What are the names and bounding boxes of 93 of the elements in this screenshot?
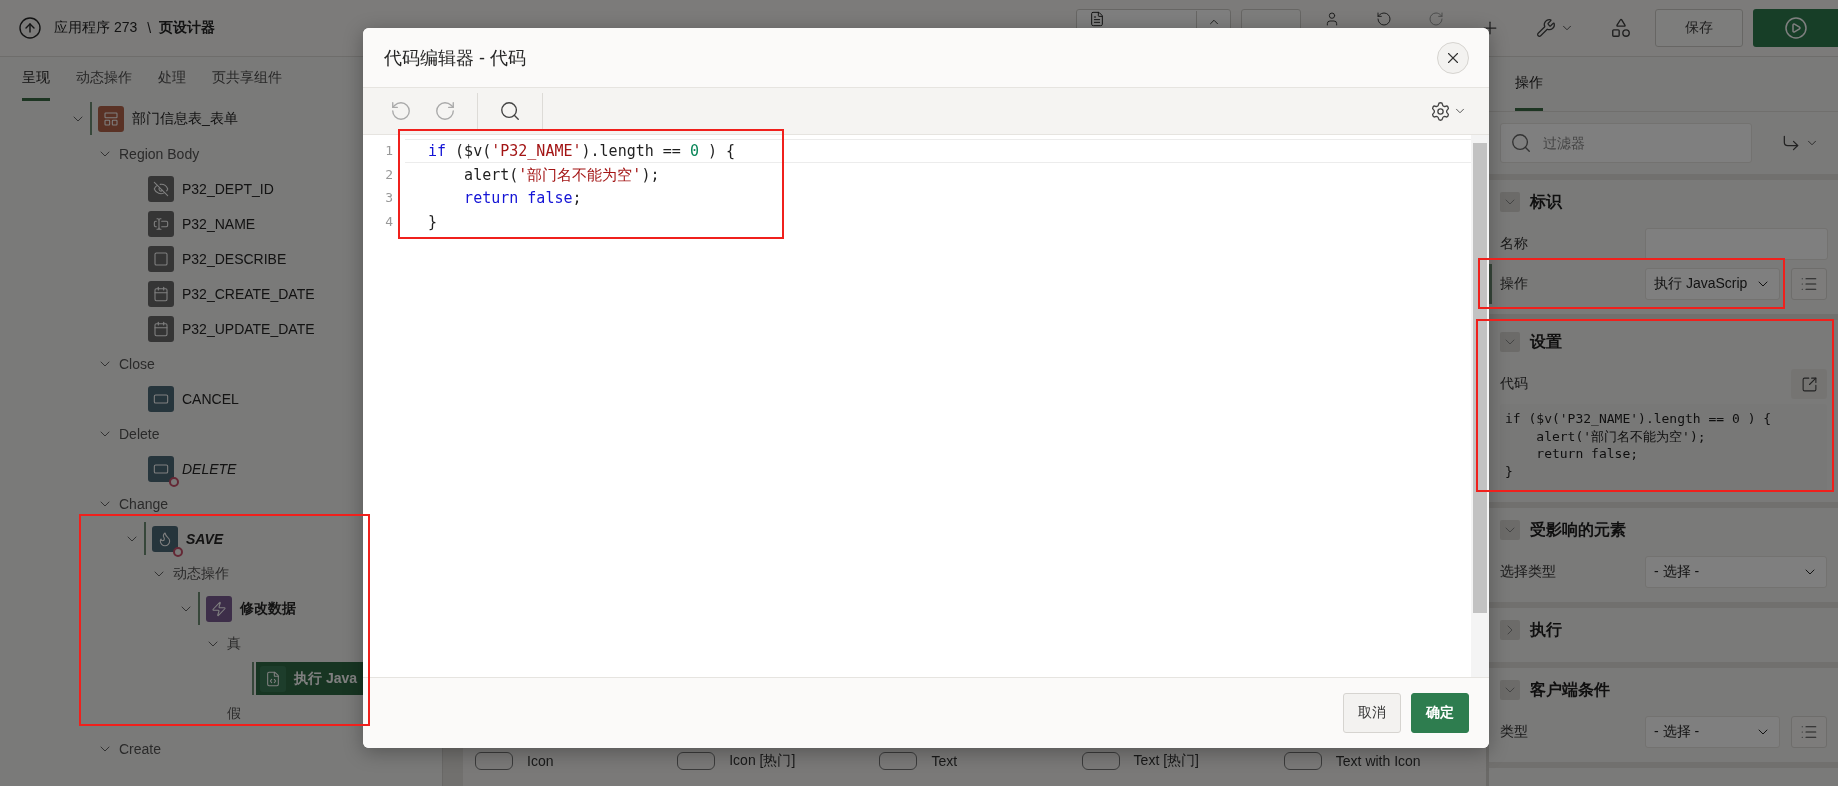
page-title: 页设计器 — [159, 19, 216, 37]
code-file-icon — [260, 665, 286, 692]
eye-off-icon — [148, 175, 174, 202]
field-label: 选择类型 — [1500, 563, 1557, 581]
tree-group-label[interactable]: 假 — [227, 704, 241, 723]
user-icon — [1324, 11, 1340, 27]
cancel-button[interactable]: 取消 — [1343, 693, 1401, 733]
button-shape-icon — [879, 752, 918, 770]
expand-button[interactable] — [1791, 369, 1827, 399]
lightning-icon — [206, 595, 232, 622]
select-field[interactable]: - 选择 - — [1645, 716, 1781, 748]
line-number: 1 — [384, 142, 394, 160]
select-field[interactable]: 执行 JavaScrip — [1645, 268, 1781, 300]
search-icon — [499, 100, 521, 122]
button-shape-icon — [148, 455, 174, 482]
file-icon — [1089, 11, 1105, 27]
list-icon — [1800, 723, 1819, 741]
gallery-label[interactable]: Icon — [527, 753, 554, 769]
tree-item[interactable]: P32_CREATE_DATE — [144, 277, 442, 310]
shapes-icon — [1610, 17, 1632, 39]
gallery-label[interactable]: Text with Icon — [1335, 753, 1421, 769]
tab[interactable]: 动态操作 — [76, 57, 132, 101]
section-title: 设置 — [1530, 331, 1562, 352]
calendar-icon — [148, 280, 174, 307]
code-line: return false; — [463, 188, 583, 209]
field-label: 名称 — [1500, 235, 1529, 253]
select-field[interactable]: - 选择 - — [1645, 556, 1827, 588]
scrollbar-thumb[interactable] — [1473, 143, 1487, 613]
tree-group-label[interactable]: Close — [119, 355, 155, 372]
external-arrow-icon — [1800, 375, 1818, 393]
play-icon — [1783, 16, 1808, 40]
tree-item[interactable]: P32_DESCRIBE — [144, 242, 442, 275]
line-number: 4 — [384, 212, 394, 231]
button-shape-icon — [475, 752, 513, 770]
text-input-icon — [148, 210, 174, 237]
square-icon — [148, 245, 174, 272]
tree-item[interactable]: DELETE — [144, 452, 442, 485]
tree-group-label[interactable]: Change — [119, 495, 169, 512]
breadcrumb-separator: \ — [147, 20, 152, 36]
tree-group-label[interactable]: Region Body — [119, 145, 200, 162]
run-button[interactable] — [1753, 9, 1838, 47]
undo-icon — [390, 100, 412, 122]
field-label: 操作 — [1500, 275, 1529, 293]
section-title: 受影响的元素 — [1530, 519, 1626, 540]
list-button[interactable] — [1791, 268, 1827, 300]
tree-group-label[interactable]: Delete — [119, 425, 160, 442]
code-line: if ($v('P32_NAME').length == 0 ) { — [405, 139, 1471, 163]
redo-icon — [1428, 11, 1444, 27]
code-line: alert('部门名不能为空'); — [463, 164, 661, 186]
tree-item[interactable]: 修改数据 — [202, 592, 442, 625]
save-button[interactable]: 保存 — [1655, 9, 1743, 47]
calendar-icon — [148, 315, 174, 342]
button-shape-icon — [1283, 752, 1322, 770]
tab[interactable]: 页共享组件 — [212, 57, 282, 101]
tree-item[interactable]: 部门信息表_表单 — [94, 102, 442, 135]
button-shape-icon — [1081, 752, 1120, 770]
redo-icon — [434, 100, 456, 122]
tree-item[interactable]: P32_UPDATE_DATE — [144, 312, 442, 345]
filter-field[interactable]: 过滤器 — [1500, 123, 1752, 163]
line-number: 3 — [384, 189, 394, 207]
settings-icon — [1429, 100, 1451, 122]
app-link[interactable]: 应用程序 273 — [54, 19, 138, 37]
code-line: } — [427, 211, 439, 233]
gallery-label[interactable]: Text — [931, 753, 958, 769]
gallery-label[interactable]: Icon [热门] — [729, 752, 796, 770]
panel-icon — [98, 105, 124, 132]
field-label: 代码 — [1500, 375, 1529, 393]
tree-group-label[interactable]: 真 — [227, 634, 241, 653]
corner-arrow-icon — [1781, 133, 1801, 153]
line-number: 2 — [384, 165, 394, 184]
field-label: 类型 — [1500, 723, 1529, 741]
tab[interactable]: 处理 — [158, 57, 186, 101]
section-title: 执行 — [1530, 619, 1562, 640]
wrench-icon — [1536, 18, 1556, 38]
confirm-button[interactable]: 确定 — [1411, 693, 1469, 733]
tree-item[interactable]: CANCEL — [144, 382, 442, 415]
section-title: 客户端条件 — [1530, 679, 1610, 700]
gallery-label[interactable]: Text [热门] — [1133, 752, 1199, 770]
dialog-title: 代码编辑器 - 代码 — [384, 46, 526, 70]
tab[interactable]: 呈现 — [22, 57, 50, 101]
tab[interactable]: 操作 — [1515, 57, 1543, 111]
tree-item[interactable]: SAVE — [148, 522, 442, 555]
flame-icon — [152, 525, 178, 552]
list-icon — [1800, 275, 1819, 293]
input-field[interactable] — [1645, 228, 1828, 260]
list-button[interactable] — [1791, 716, 1827, 748]
tree-group-label[interactable]: 动态操作 — [173, 564, 229, 583]
section-title: 标识 — [1530, 191, 1562, 212]
button-shape-icon — [148, 385, 174, 412]
tree-group-label[interactable]: Create — [119, 740, 162, 757]
undo-icon — [1376, 11, 1392, 27]
search-icon — [1510, 132, 1532, 154]
button-shape-icon — [677, 752, 716, 770]
